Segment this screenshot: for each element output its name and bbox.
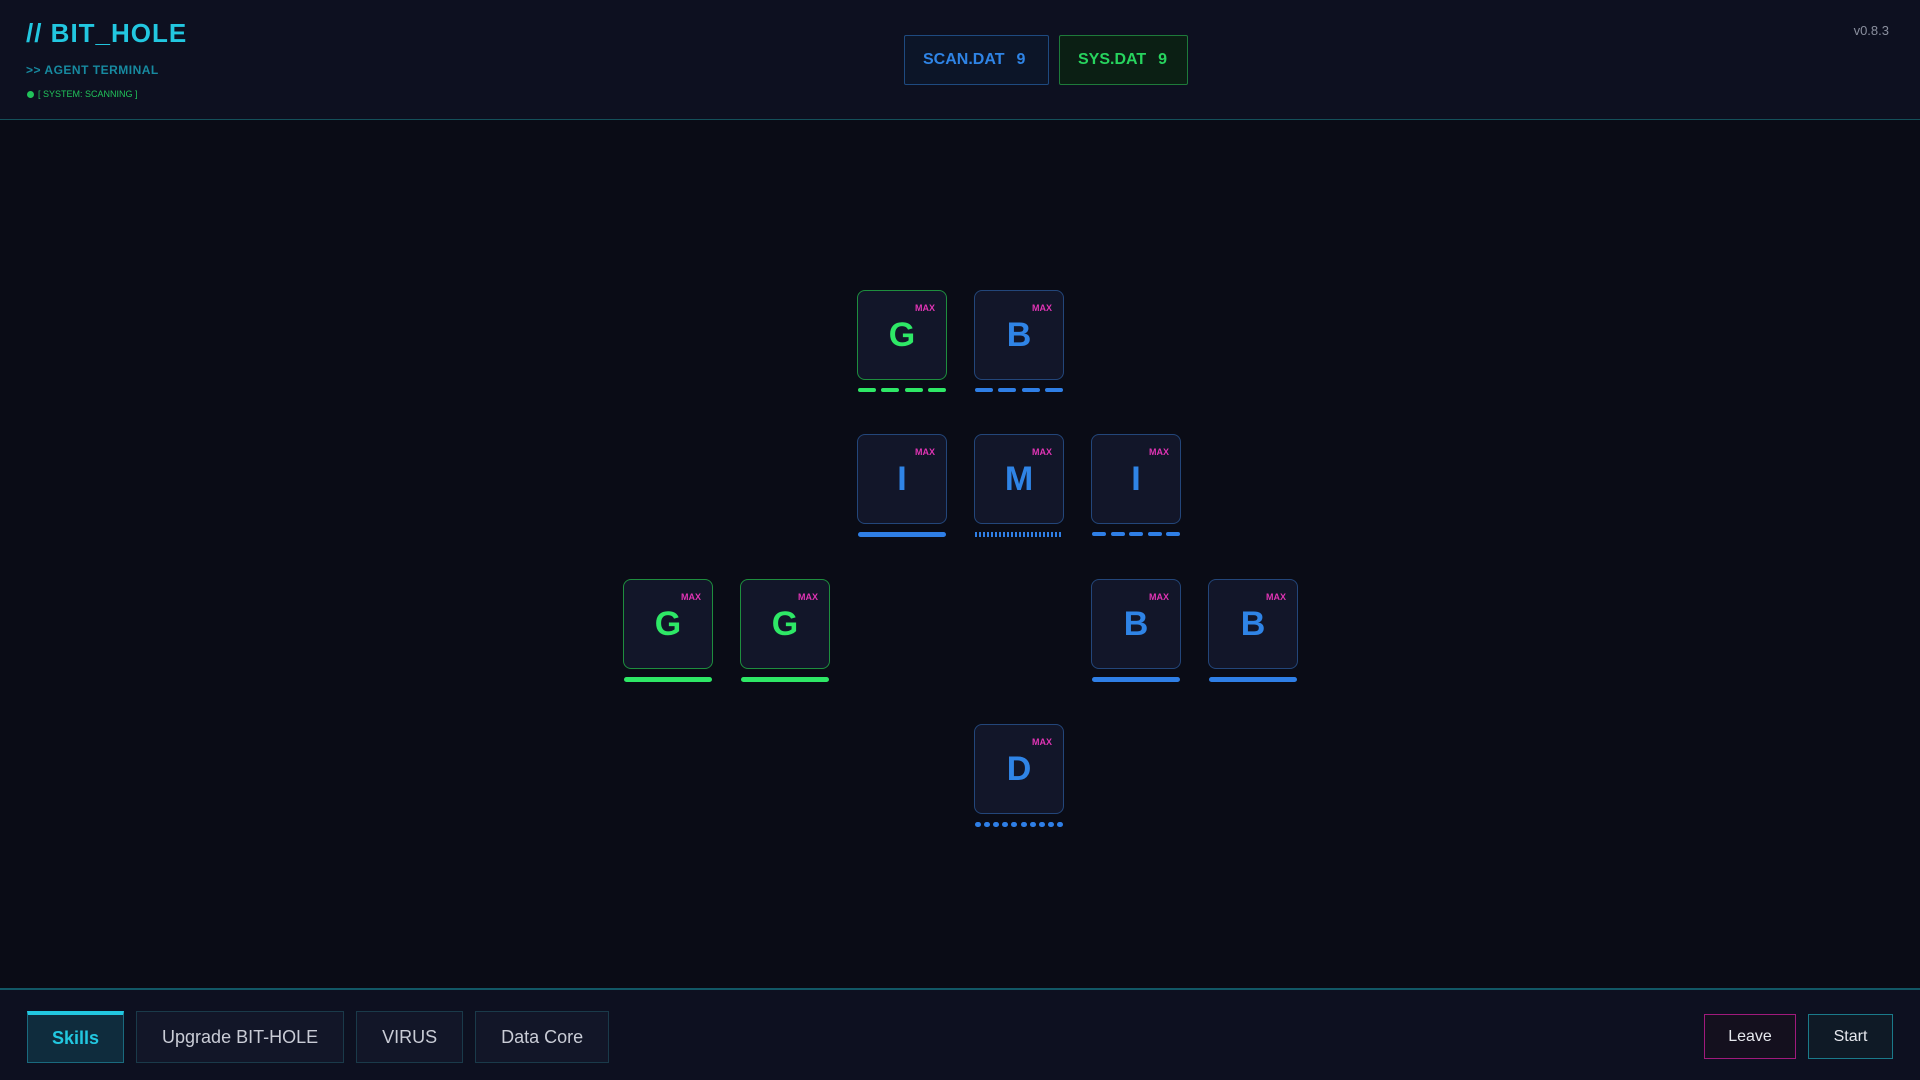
scan-dat-counter: SCAN.DAT 9: [904, 35, 1049, 85]
skill-letter: G: [771, 605, 799, 643]
skill-progress-bar: [975, 822, 1063, 827]
skill-letter: G: [654, 605, 682, 643]
max-badge: MAX: [915, 447, 935, 457]
sys-dat-value: 9: [1158, 51, 1168, 68]
system-status-text: [ SYSTEM: SCANNING ]: [38, 89, 138, 99]
skill-letter: M: [1004, 460, 1034, 498]
skill-node-b-far-right[interactable]: B MAX: [1208, 579, 1298, 669]
skill-letter: B: [1006, 316, 1032, 354]
max-badge: MAX: [1032, 447, 1052, 457]
max-badge: MAX: [1149, 447, 1169, 457]
skill-progress-bar: [975, 532, 1063, 537]
skill-progress-bar: [858, 532, 946, 537]
status-dot-icon: [27, 90, 34, 98]
skill-progress-bar: [1092, 532, 1180, 537]
skill-node-i-right[interactable]: I MAX: [1091, 434, 1181, 524]
tab-bar: Skills Upgrade BIT-HOLE VIRUS Data Core: [27, 1011, 610, 1063]
skill-progress-bar: [858, 388, 946, 393]
max-badge: MAX: [1149, 592, 1169, 602]
system-status: [ SYSTEM: SCANNING ]: [27, 89, 138, 99]
tab-data-core[interactable]: Data Core: [475, 1011, 610, 1063]
app-subtitle: >> AGENT TERMINAL: [26, 63, 159, 77]
tab-upgrade-bit-hole[interactable]: Upgrade BIT-HOLE: [136, 1011, 345, 1063]
tab-virus[interactable]: VIRUS: [356, 1011, 464, 1063]
start-button[interactable]: Start: [1808, 1014, 1893, 1059]
max-badge: MAX: [1032, 737, 1052, 747]
skill-letter: I: [897, 460, 907, 498]
footer-bar: Skills Upgrade BIT-HOLE VIRUS Data Core …: [0, 988, 1920, 1080]
max-badge: MAX: [681, 592, 701, 602]
skill-letter: I: [1131, 460, 1141, 498]
max-badge: MAX: [798, 592, 818, 602]
leave-button[interactable]: Leave: [1704, 1014, 1796, 1059]
sys-dat-counter: SYS.DAT 9: [1059, 35, 1188, 85]
max-badge: MAX: [1266, 592, 1286, 602]
skill-letter: D: [1006, 750, 1032, 788]
skill-tree: G MAX B MAX I MAX M MAX I MAX G MAX G MA…: [0, 121, 1920, 988]
resource-counters: SCAN.DAT 9 SYS.DAT 9: [904, 35, 1188, 85]
skill-progress-bar: [975, 388, 1063, 393]
skill-letter: B: [1240, 605, 1266, 643]
version-label: v0.8.3: [1853, 23, 1889, 38]
skill-letter: B: [1123, 605, 1149, 643]
tab-skills[interactable]: Skills: [27, 1011, 125, 1063]
skill-node-b-top[interactable]: B MAX: [974, 290, 1064, 380]
skill-node-g-left[interactable]: G MAX: [740, 579, 830, 669]
skill-progress-bar: [624, 677, 712, 682]
skill-letter: G: [888, 316, 916, 354]
skill-progress-bar: [741, 677, 829, 682]
app-title: // BIT_HOLE: [26, 18, 188, 48]
skill-node-g-top[interactable]: G MAX: [857, 290, 947, 380]
max-badge: MAX: [1032, 303, 1052, 313]
skill-node-b-right[interactable]: B MAX: [1091, 579, 1181, 669]
footer-actions: Leave Start: [1704, 1014, 1893, 1059]
sys-dat-label: SYS.DAT: [1078, 51, 1147, 68]
scan-dat-label: SCAN.DAT: [923, 51, 1005, 68]
scan-dat-value: 9: [1016, 51, 1026, 68]
skill-progress-bar: [1209, 677, 1297, 682]
max-badge: MAX: [915, 303, 935, 313]
skill-node-m-center[interactable]: M MAX: [974, 434, 1064, 524]
skill-node-g-far-left[interactable]: G MAX: [623, 579, 713, 669]
header: // BIT_HOLE >> AGENT TERMINAL [ SYSTEM: …: [0, 0, 1920, 120]
skill-progress-bar: [1092, 677, 1180, 682]
skill-node-d-bottom[interactable]: D MAX: [974, 724, 1064, 814]
skill-node-i-left[interactable]: I MAX: [857, 434, 947, 524]
